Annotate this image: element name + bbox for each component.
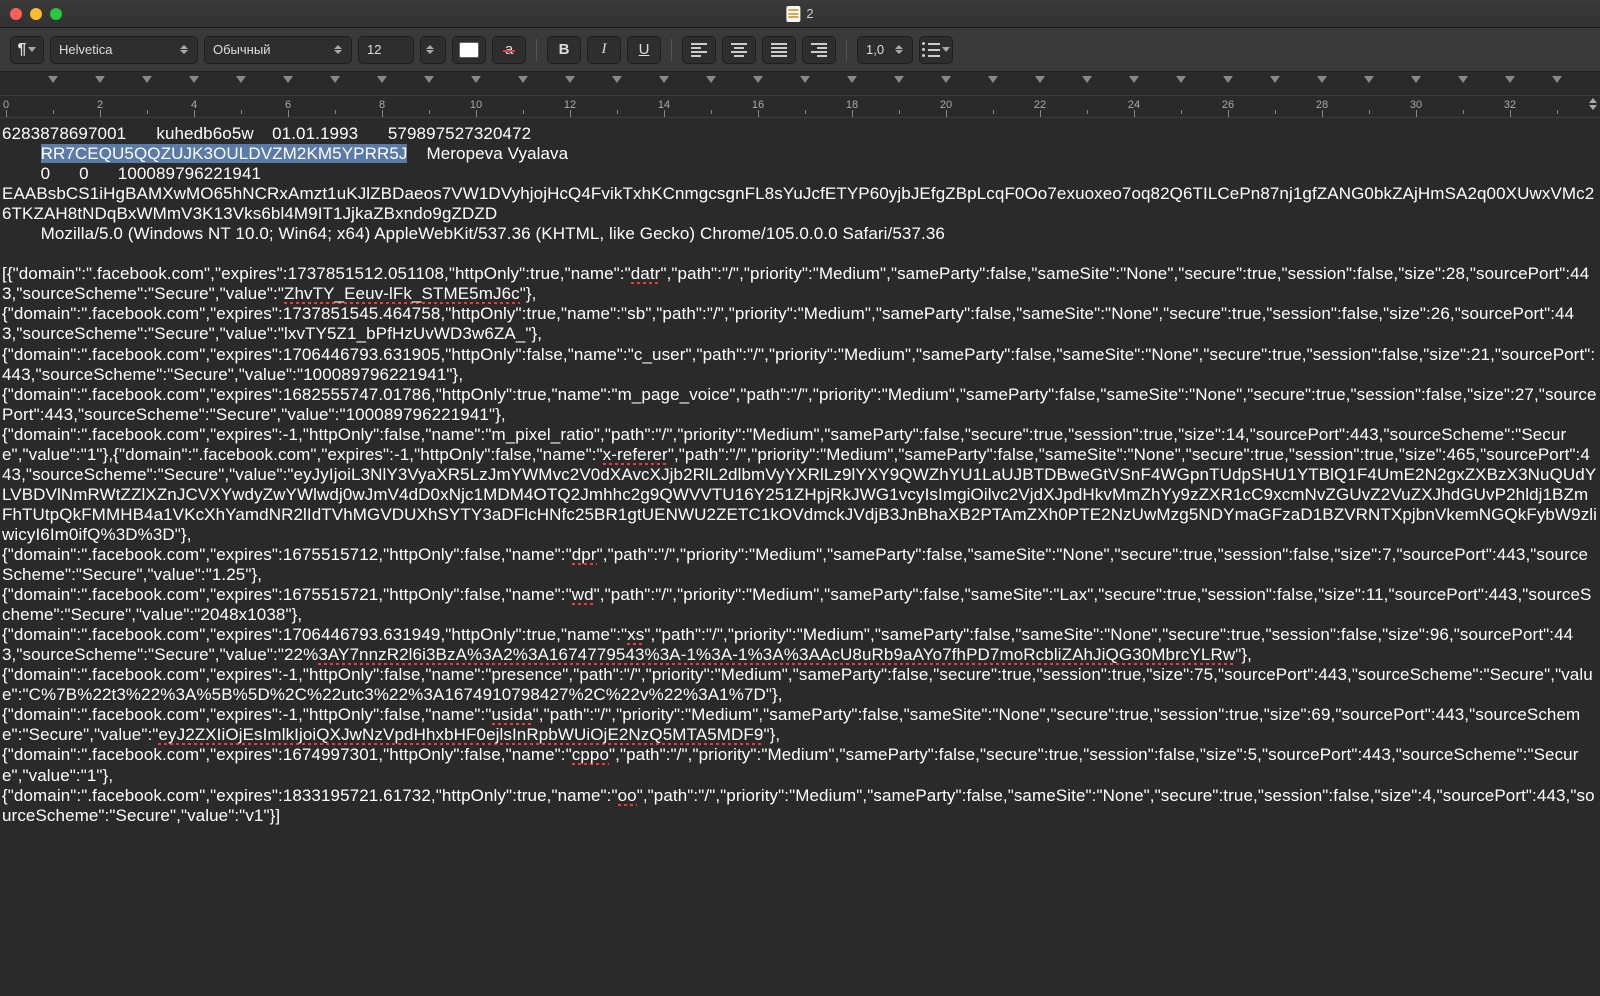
align-left-icon bbox=[691, 43, 707, 57]
document-icon bbox=[786, 6, 800, 22]
paragraph-styles-button[interactable]: ¶ bbox=[10, 36, 44, 64]
font-style-select[interactable]: Обычный bbox=[204, 36, 352, 64]
stepper-icon bbox=[179, 45, 189, 54]
ruler[interactable]: 02468101214161820222426283032 bbox=[0, 96, 1600, 118]
stepper-icon bbox=[333, 45, 343, 54]
traffic-lights bbox=[10, 8, 62, 20]
clear-style-icon: a bbox=[505, 41, 513, 58]
bold-icon: B bbox=[559, 41, 570, 58]
align-right-button[interactable] bbox=[802, 36, 836, 64]
font-style-value: Обычный bbox=[213, 42, 270, 57]
align-center-icon bbox=[731, 43, 747, 57]
separator bbox=[846, 39, 847, 61]
line-spacing-value: 1,0 bbox=[866, 42, 884, 57]
clear-style-button[interactable]: a bbox=[492, 36, 526, 64]
font-size-input[interactable]: 12 bbox=[358, 36, 414, 64]
document-area[interactable]: 6283878697001 kuhedb6o5w 01.01.1993 5798… bbox=[0, 118, 1600, 832]
font-size-value: 12 bbox=[367, 42, 381, 57]
chevron-down-icon bbox=[28, 47, 36, 52]
close-button[interactable] bbox=[10, 8, 22, 20]
color-swatch-icon bbox=[459, 42, 479, 58]
tab-stop-row[interactable] bbox=[0, 72, 1600, 96]
bold-button[interactable]: B bbox=[547, 36, 581, 64]
font-family-select[interactable]: Helvetica bbox=[50, 36, 198, 64]
separator bbox=[536, 39, 537, 61]
window-title: 2 bbox=[786, 6, 813, 22]
italic-button[interactable]: I bbox=[587, 36, 621, 64]
font-size-stepper[interactable] bbox=[420, 36, 446, 64]
italic-icon: I bbox=[602, 41, 607, 58]
align-justify-button[interactable] bbox=[762, 36, 796, 64]
align-center-button[interactable] bbox=[722, 36, 756, 64]
line-spacing-select[interactable]: 1,0 bbox=[857, 36, 913, 64]
underline-icon: U bbox=[639, 41, 650, 58]
list-icon bbox=[922, 42, 940, 57]
minimize-button[interactable] bbox=[30, 8, 42, 20]
stepper-icon bbox=[425, 45, 435, 54]
ruler-end-marker[interactable] bbox=[1586, 98, 1600, 112]
align-justify-icon bbox=[771, 43, 787, 57]
align-right-icon bbox=[811, 43, 827, 57]
align-left-button[interactable] bbox=[682, 36, 716, 64]
pilcrow-icon: ¶ bbox=[18, 41, 27, 59]
title-text: 2 bbox=[806, 6, 813, 21]
toolbar: ¶ Helvetica Обычный 12 a B I U 1,0 bbox=[0, 28, 1600, 72]
list-button[interactable] bbox=[919, 36, 953, 64]
font-family-value: Helvetica bbox=[59, 42, 112, 57]
underline-button[interactable]: U bbox=[627, 36, 661, 64]
stepper-icon bbox=[894, 45, 904, 54]
separator bbox=[671, 39, 672, 61]
titlebar: 2 bbox=[0, 0, 1600, 28]
maximize-button[interactable] bbox=[50, 8, 62, 20]
text-color-button[interactable] bbox=[452, 36, 486, 64]
chevron-down-icon bbox=[942, 47, 950, 52]
